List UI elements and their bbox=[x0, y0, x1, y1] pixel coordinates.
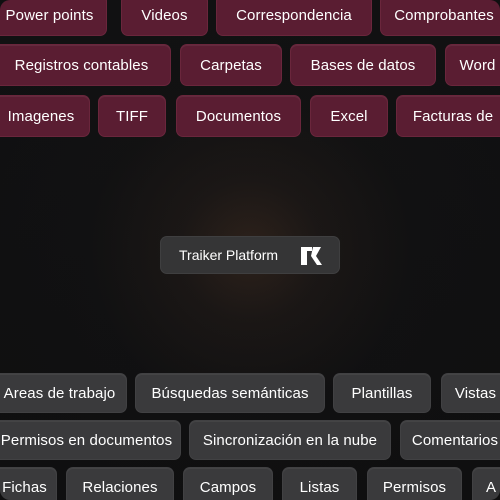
chip-vistas[interactable]: Vistas bbox=[441, 373, 500, 413]
top-row-2: Registros contables Carpetas Bases de da… bbox=[0, 44, 500, 86]
chip-comentarios[interactable]: Comentarios bbox=[400, 420, 500, 460]
chip-power-points[interactable]: Power points bbox=[0, 0, 107, 36]
chip-listas[interactable]: Listas bbox=[282, 467, 357, 500]
chip-permisos[interactable]: Permisos bbox=[367, 467, 462, 500]
chip-areas-de-trabajo[interactable]: Areas de trabajo bbox=[0, 373, 127, 413]
chip-busquedas-semanticas[interactable]: Búsquedas semánticas bbox=[135, 373, 325, 413]
chip-relaciones[interactable]: Relaciones bbox=[66, 467, 174, 500]
chip-registros-contables[interactable]: Registros contables bbox=[0, 44, 171, 86]
top-row-3: Imagenes TIFF Documentos Excel Facturas … bbox=[0, 95, 500, 137]
chip-fichas[interactable]: Fichas bbox=[0, 467, 57, 500]
chip-facturas-de[interactable]: Facturas de bbox=[396, 95, 500, 137]
chip-videos[interactable]: Videos bbox=[121, 0, 208, 36]
chip-word[interactable]: Word bbox=[445, 44, 500, 86]
bottom-row-1: Areas de trabajo Búsquedas semánticas Pl… bbox=[0, 373, 500, 413]
chip-comprobantes[interactable]: Comprobantes bbox=[380, 0, 500, 36]
chip-excel[interactable]: Excel bbox=[310, 95, 388, 137]
bottom-row-2: Permisos en documentos Sincronización en… bbox=[0, 420, 500, 460]
chip-carpetas[interactable]: Carpetas bbox=[180, 44, 282, 86]
chip-documentos[interactable]: Documentos bbox=[176, 95, 301, 137]
chip-a[interactable]: A bbox=[472, 467, 500, 500]
top-row-1: Power points Videos Correspondencia Comp… bbox=[0, 0, 500, 36]
chip-campos[interactable]: Campos bbox=[183, 467, 273, 500]
canvas: Power points Videos Correspondencia Comp… bbox=[0, 0, 500, 500]
chip-permisos-en-documentos[interactable]: Permisos en documentos bbox=[0, 420, 181, 460]
chip-imagenes[interactable]: Imagenes bbox=[0, 95, 90, 137]
traiker-platform-badge[interactable]: Traiker Platform bbox=[160, 236, 340, 274]
chip-correspondencia[interactable]: Correspondencia bbox=[216, 0, 372, 36]
chip-bases-de-datos[interactable]: Bases de datos bbox=[290, 44, 436, 86]
chip-sincronizacion-en-la-nube[interactable]: Sincronización en la nube bbox=[189, 420, 391, 460]
chip-plantillas[interactable]: Plantillas bbox=[333, 373, 431, 413]
traiker-logo-icon bbox=[301, 247, 322, 265]
bottom-row-3: Fichas Relaciones Campos Listas Permisos… bbox=[0, 467, 500, 500]
platform-title: Traiker Platform bbox=[179, 247, 279, 263]
chip-tiff[interactable]: TIFF bbox=[98, 95, 166, 137]
